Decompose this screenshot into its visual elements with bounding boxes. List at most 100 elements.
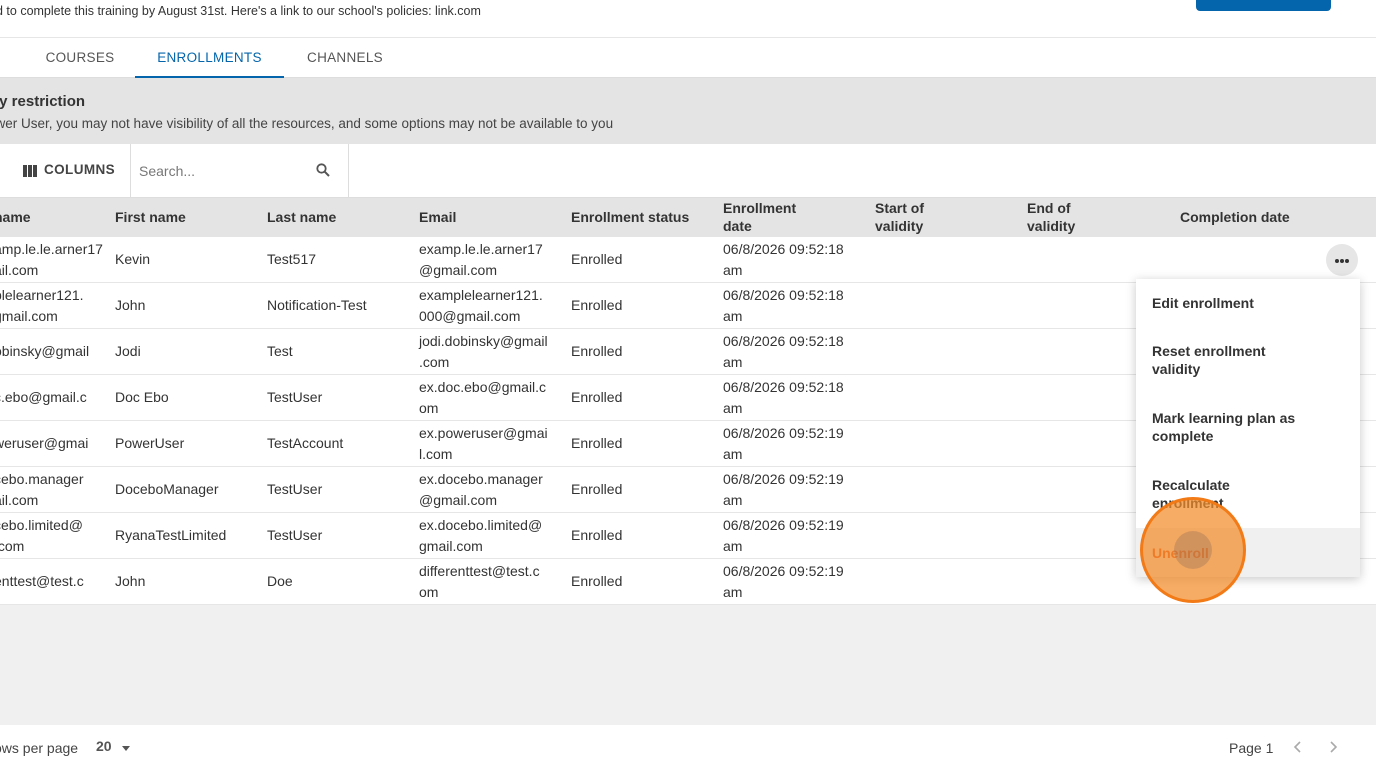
cell-username: weruser@gmai	[0, 433, 88, 454]
cell-line: amp.le.le.arner17	[0, 241, 103, 257]
cell-status: Enrolled	[571, 435, 623, 451]
column-header-enrollment-status[interactable]: Enrollment status	[571, 208, 689, 226]
table-header: name First name Last name Email Enrollme…	[0, 198, 1376, 237]
menu-item-label: validity	[1152, 361, 1201, 377]
tab-courses[interactable]: COURSES	[36, 38, 124, 78]
menu-item-label: Unenroll	[1152, 545, 1209, 561]
table-toolbar: COLUMNS	[0, 144, 1376, 198]
cell-line: 06/8/2026 09:52:19	[723, 517, 844, 533]
cell-line: am	[723, 538, 743, 554]
cell-date: 06/8/2026 09:52:18 am	[723, 331, 844, 373]
cell-status: Enrolled	[571, 251, 623, 267]
cell-date: 06/8/2026 09:52:18 am	[723, 377, 844, 419]
tab-bar: COURSES ENROLLMENTS CHANNELS	[0, 38, 1376, 78]
column-header-last-name[interactable]: Last name	[267, 208, 336, 226]
tab-enrollments[interactable]: ENROLLMENTS	[135, 38, 284, 78]
column-header-enrollment-date[interactable]: Enrollment date	[723, 199, 796, 235]
cell-username: obinsky@gmail	[0, 341, 89, 362]
menu-item-edit-enrollment[interactable]: Edit enrollment	[1136, 279, 1360, 327]
cell-line: .com	[419, 354, 450, 370]
page-indicator: Page 1	[1229, 740, 1274, 756]
cell-status: Enrolled	[571, 481, 623, 497]
cell-line: examp.le.le.arner17	[419, 241, 543, 257]
menu-item-recalculate-enrollment[interactable]: Recalculate enrollment	[1136, 460, 1360, 528]
cell-line: am	[723, 262, 743, 278]
column-header-end-validity[interactable]: End of validity	[1027, 199, 1075, 235]
column-header-email[interactable]: Email	[419, 208, 456, 226]
cell-last: TestAccount	[267, 435, 344, 451]
cell-first: Doc Ebo	[115, 389, 169, 405]
menu-item-label: Recalculate	[1152, 477, 1230, 493]
cell-first: John	[115, 297, 146, 313]
tab-channels[interactable]: CHANNELS	[296, 38, 394, 78]
cell-line: jodi.dobinsky@gmail	[419, 333, 548, 349]
rows-per-page-select[interactable]: 20	[96, 738, 130, 758]
cell-username: plelearner121. gmail.com	[0, 285, 84, 327]
cell-line: ail.com	[0, 492, 39, 508]
cell-line: c.ebo@gmail.c	[0, 389, 87, 405]
header-line: End of	[1027, 200, 1071, 216]
more-horizontal-icon[interactable]	[1326, 244, 1358, 276]
column-header-first-name[interactable]: First name	[115, 208, 186, 226]
menu-item-label: enrollment	[1152, 495, 1224, 511]
table-row[interactable]: amp.le.le.arner17 ail.com Kevin Test517 exam…	[0, 237, 1376, 283]
cell-line: 06/8/2026 09:52:18	[723, 379, 844, 395]
columns-button[interactable]: COLUMNS	[0, 144, 131, 198]
search-input[interactable]	[139, 160, 299, 182]
cell-username: amp.le.le.arner17 ail.com	[0, 239, 103, 281]
column-header-completion-date[interactable]: Completion date	[1180, 208, 1290, 226]
cell-first: DoceboManager	[115, 481, 219, 497]
cell-last: Doe	[267, 573, 293, 589]
menu-item-label: Reset enrollment	[1152, 343, 1266, 359]
menu-item-unenroll[interactable]: Unenroll	[1136, 528, 1360, 577]
cell-line: am	[723, 354, 743, 370]
cell-line: gmail.com	[419, 538, 483, 554]
rows-per-page-label: ows per page	[0, 740, 79, 756]
tab-label: ENROLLMENTS	[157, 50, 262, 65]
cell-username: c.ebo@gmail.c	[0, 387, 87, 408]
search-icon[interactable]	[316, 163, 330, 177]
column-header-username[interactable]: name	[0, 208, 31, 226]
cell-date: 06/8/2026 09:52:19 am	[723, 561, 844, 603]
rows-per-page-value: 20	[96, 738, 112, 754]
cell-date: 06/8/2026 09:52:18 am	[723, 239, 844, 281]
cell-line: 06/8/2026 09:52:19	[723, 563, 844, 579]
banner-action-button[interactable]	[1196, 0, 1331, 11]
chevron-right-icon[interactable]	[1323, 737, 1343, 757]
cell-line: 06/8/2026 09:52:19	[723, 425, 844, 441]
chevron-left-icon[interactable]	[1288, 737, 1308, 757]
tab-label: COURSES	[45, 50, 115, 65]
header-line: Start of	[875, 200, 924, 216]
cell-line: @gmail.com	[419, 492, 498, 508]
chevron-down-icon	[122, 746, 130, 751]
cell-line: om	[419, 584, 439, 600]
cell-status: Enrolled	[571, 573, 623, 589]
cell-email: examp.le.le.arner17 @gmail.com	[419, 239, 543, 281]
cell-last: Test517	[267, 251, 317, 267]
column-header-start-validity[interactable]: Start of validity	[875, 199, 924, 235]
cell-line: gmail.com	[0, 308, 58, 324]
cell-line: cebo.limited@	[0, 517, 83, 533]
cell-line: differenttest@test.c	[419, 563, 540, 579]
cell-last: TestUser	[267, 389, 323, 405]
cell-line: am	[723, 492, 743, 508]
table-footer: ows per page 20 Page 1	[0, 725, 1376, 770]
cell-line: ex.docebo.limited@	[419, 517, 543, 533]
search-box	[131, 144, 349, 198]
cell-line: 06/8/2026 09:52:18	[723, 241, 844, 257]
cell-line: cebo.manager	[0, 471, 84, 487]
enrollment-actions-menu: Edit enrollment Reset enrollment validit…	[1136, 279, 1360, 577]
menu-item-mark-complete[interactable]: Mark learning plan as complete	[1136, 393, 1360, 460]
cell-email: ex.poweruser@gmai l.com	[419, 423, 548, 465]
cell-email: examplelearner121. 000@gmail.com	[419, 285, 543, 327]
cell-line: ex.poweruser@gmai	[419, 425, 548, 441]
cell-date: 06/8/2026 09:52:19 am	[723, 423, 844, 465]
menu-item-reset-enrollment-validity[interactable]: Reset enrollment validity	[1136, 327, 1360, 393]
cell-first: RyanaTestLimited	[115, 527, 227, 543]
cell-email: ex.docebo.limited@ gmail.com	[419, 515, 542, 557]
cell-username: cebo.manager ail.com	[0, 469, 84, 511]
cell-last: TestUser	[267, 527, 323, 543]
cell-line: obinsky@gmail	[0, 343, 90, 359]
cell-line: am	[723, 400, 743, 416]
cell-first: PowerUser	[115, 435, 185, 451]
